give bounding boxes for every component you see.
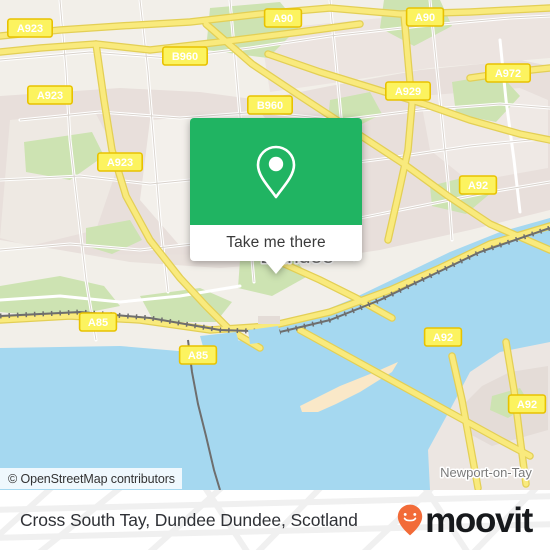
moovit-logo[interactable]: moovit xyxy=(397,490,533,550)
moovit-wordmark: moovit xyxy=(425,500,533,540)
road-shield: B960 xyxy=(247,95,294,115)
road-shield-label: A929 xyxy=(395,86,421,98)
road-shield: A972 xyxy=(484,63,531,83)
road-shield: A923 xyxy=(26,85,74,105)
take-me-there-label: Take me there xyxy=(226,234,326,251)
road-shield-label: A923 xyxy=(37,90,63,102)
road-shield: A85 xyxy=(78,312,118,332)
road-shield-label: A972 xyxy=(495,68,521,80)
road-shield-label: A92 xyxy=(468,180,488,192)
road-shield: A90 xyxy=(405,7,445,27)
road-shield-label: A92 xyxy=(433,332,453,344)
road-shield: A92 xyxy=(423,327,463,347)
road-shield: A92 xyxy=(507,394,547,414)
road-shield-label: A90 xyxy=(273,13,293,25)
osm-attribution[interactable]: © OpenStreetMap contributors xyxy=(0,468,182,489)
callout-action-panel[interactable]: Take me there xyxy=(190,225,362,274)
road-shield-label: B960 xyxy=(172,51,198,63)
road-shield: A85 xyxy=(178,345,218,365)
moovit-pin-icon xyxy=(397,504,423,536)
take-me-there-callout[interactable]: Take me there xyxy=(190,118,362,274)
location-title: Cross South Tay, Dundee Dundee, Scotland xyxy=(20,490,358,550)
road-shield: A929 xyxy=(384,81,431,101)
road-shield: A92 xyxy=(458,175,498,195)
place-label: Newport-on-Tay xyxy=(440,465,532,480)
road-shield-label: A85 xyxy=(88,317,108,329)
road-shield-label: A85 xyxy=(188,350,208,362)
road-shield: A923 xyxy=(7,18,54,38)
road-shield: A923 xyxy=(97,152,144,172)
road-shield: B960 xyxy=(162,46,209,66)
callout-icon-panel xyxy=(190,118,362,225)
map-pin-icon xyxy=(256,145,296,198)
road-shield-label: B960 xyxy=(257,100,283,112)
callout-tail xyxy=(265,261,287,274)
road-shield-label: A923 xyxy=(17,23,43,35)
footer-bar: Cross South Tay, Dundee Dundee, Scotland… xyxy=(0,490,550,550)
location-title-text: Cross South Tay, Dundee Dundee, Scotland xyxy=(20,509,358,530)
road-shield-label: A92 xyxy=(517,399,537,411)
osm-attribution-text: © OpenStreetMap contributors xyxy=(8,471,175,486)
road-shield: A90 xyxy=(263,8,303,28)
moovit-map-screenshot: A923 A923 A923 B960 B960 A90 A90 A929 A972 A92 A92… xyxy=(0,0,550,550)
road-shield-label: A90 xyxy=(415,12,435,24)
road-shield-label: A923 xyxy=(107,157,133,169)
